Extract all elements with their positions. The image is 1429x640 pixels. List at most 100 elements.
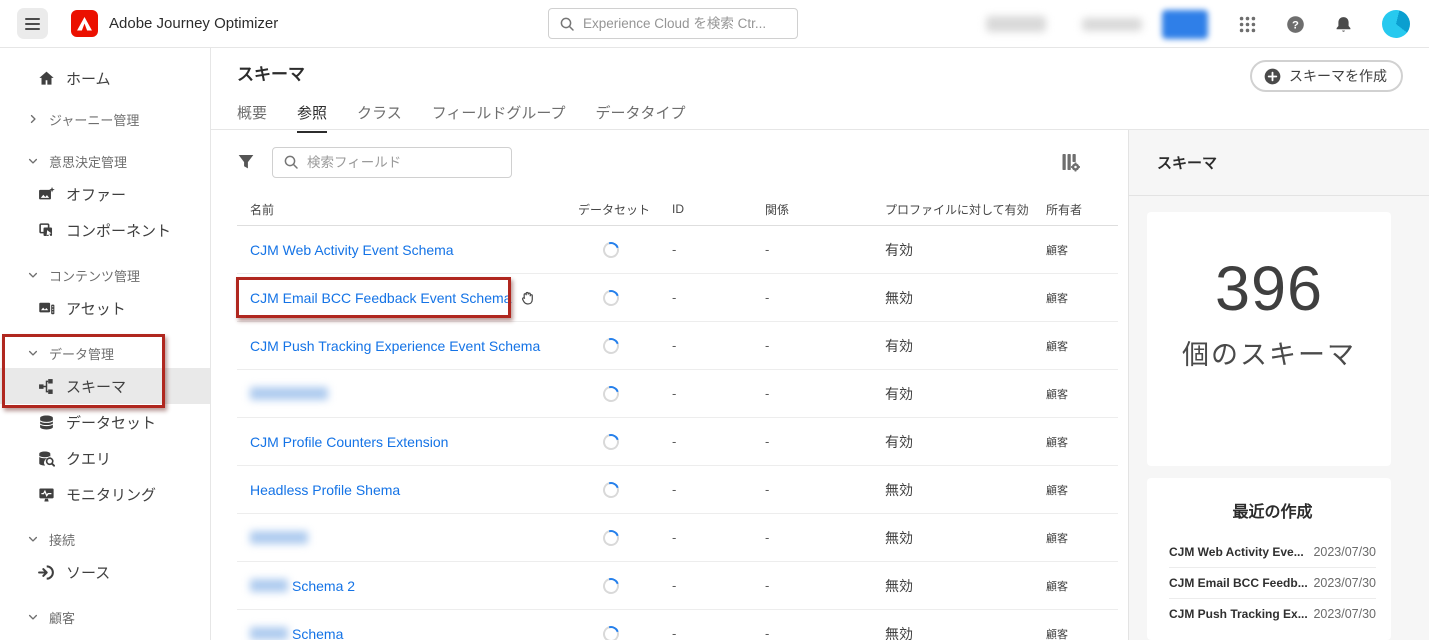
tab-参照[interactable]: 参照 (297, 102, 327, 133)
global-search[interactable] (548, 8, 798, 39)
column-header-owner[interactable]: 所有者 (1046, 201, 1118, 218)
column-header-profile-enabled[interactable]: プロファイルに対して有効 (885, 201, 1046, 218)
sidebar-item-アセット[interactable]: アセット (0, 290, 210, 326)
sidebar-section-意思決定管理[interactable]: 意思決定管理 (0, 146, 210, 176)
tab-クラス[interactable]: クラス (357, 102, 402, 133)
cell-name (237, 387, 578, 400)
schema-table: 名前 データセット ID 関係 プロファイルに対して有効 所有者 CJM Web… (237, 193, 1118, 640)
table-row[interactable]: Headless Profile Shema - - 無効 顧客 (237, 466, 1118, 514)
sidebar-section-顧客[interactable]: 顧客 (0, 602, 210, 632)
cell-dataset (578, 626, 672, 640)
notifications-bell-icon[interactable] (1334, 15, 1353, 34)
sidebar-item-label: データセット (66, 412, 156, 433)
table-row[interactable]: - - 有効 顧客 (237, 370, 1118, 418)
recent-item[interactable]: CJM Web Activity Eve... 2023/07/30 (1169, 536, 1376, 567)
tab-概要[interactable]: 概要 (237, 102, 267, 133)
recent-item[interactable]: CJM Email BCC Feedb... 2023/07/30 (1169, 567, 1376, 598)
filter-row (237, 146, 1116, 178)
sidebar-item-データセット[interactable]: データセット (0, 404, 210, 440)
cell-id: - (672, 482, 765, 497)
sidebar-section-コンテンツ管理[interactable]: コンテンツ管理 (0, 260, 210, 290)
redacted-name-blob (250, 531, 308, 544)
monitoring-icon (38, 486, 55, 503)
loading-spinner-icon (600, 431, 622, 453)
sidebar-item-コンポーネント[interactable]: コンポーネント (0, 212, 210, 248)
redacted-blue-button[interactable] (1162, 10, 1208, 39)
cell-owner: 顧客 (1046, 530, 1118, 546)
tab-フィールドグループ[interactable]: フィールドグループ (432, 102, 566, 133)
schema-name-link[interactable]: CJM Email BCC Feedback Event Schema (250, 290, 511, 306)
cell-name: Schema 2 (237, 578, 578, 594)
sidebar-item-スキーマ[interactable]: スキーマ (0, 368, 210, 404)
datasets-icon (38, 414, 55, 431)
sidebar-item-label: モニタリング (66, 484, 156, 505)
sidebar-item-ホーム[interactable]: ホーム (0, 60, 210, 96)
sidebar-section-ジャーニー管理[interactable]: ジャーニー管理 (0, 104, 210, 134)
cell-relation: - (765, 386, 885, 401)
loading-spinner-icon (600, 287, 622, 309)
table-row[interactable]: CJM Web Activity Event Schema - - 有効 顧客 (237, 226, 1118, 274)
loading-spinner-icon (600, 479, 622, 501)
table-row[interactable]: CJM Profile Counters Extension - - 有効 顧客 (237, 418, 1118, 466)
create-schema-button[interactable]: スキーマを作成 (1250, 60, 1403, 92)
sidebar-item-クエリ[interactable]: クエリ (0, 440, 210, 476)
sidebar-item-ソース[interactable]: ソース (0, 554, 210, 590)
column-header-id[interactable]: ID (672, 202, 765, 216)
table-row[interactable]: Schema 2 - - 無効 顧客 (237, 562, 1118, 610)
cell-profile-enabled: 有効 (885, 336, 1046, 356)
column-settings-icon[interactable] (1060, 152, 1080, 172)
help-icon[interactable] (1286, 15, 1305, 34)
field-search[interactable] (272, 147, 512, 178)
cell-dataset (578, 434, 672, 450)
sidebar-section-label: データ管理 (49, 344, 114, 363)
cell-owner: 顧客 (1046, 626, 1118, 640)
loading-spinner-icon (600, 623, 622, 640)
cell-owner: 顧客 (1046, 482, 1118, 498)
sidebar-section-label: ジャーニー管理 (49, 110, 139, 129)
cell-relation: - (765, 434, 885, 449)
user-avatar[interactable] (1382, 10, 1410, 38)
sidebar-section-接続[interactable]: 接続 (0, 524, 210, 554)
cell-name: CJM Push Tracking Experience Event Schem… (237, 338, 578, 354)
sidebar-item-label: スキーマ (66, 376, 126, 397)
search-icon (559, 16, 575, 32)
sidebar-item-モニタリング[interactable]: モニタリング (0, 476, 210, 512)
filter-funnel-icon[interactable] (237, 153, 255, 171)
schema-name-link[interactable]: CJM Web Activity Event Schema (250, 242, 454, 258)
column-header-dataset[interactable]: データセット (578, 201, 672, 218)
schema-name-link[interactable]: CJM Profile Counters Extension (250, 434, 448, 450)
table-row[interactable]: CJM Email BCC Feedback Event Schema - - … (237, 274, 1118, 322)
cell-dataset (578, 386, 672, 402)
field-search-input[interactable] (307, 155, 501, 170)
schema-count-label: 個のスキーマ (1147, 333, 1391, 372)
plus-circle-icon (1264, 68, 1281, 85)
app-switcher-grid-icon[interactable] (1238, 15, 1257, 34)
schema-name-link[interactable]: CJM Push Tracking Experience Event Schem… (250, 338, 540, 354)
sidebar-section-label: 接続 (49, 530, 75, 549)
redacted-name-blob (250, 579, 288, 592)
column-header-name[interactable]: 名前 (237, 201, 578, 218)
home-icon (38, 70, 55, 87)
cell-dataset (578, 290, 672, 306)
sidebar-section-データ管理[interactable]: データ管理 (0, 338, 210, 368)
tab-データタイプ[interactable]: データタイプ (596, 102, 686, 133)
sidebar-section-label: 意思決定管理 (49, 152, 127, 171)
schema-name-link[interactable]: Headless Profile Shema (250, 482, 400, 498)
table-row[interactable]: Schema - - 無効 顧客 (237, 610, 1118, 640)
table-row[interactable]: - - 無効 顧客 (237, 514, 1118, 562)
global-search-input[interactable] (583, 16, 787, 31)
tab-bar: 概要参照クラスフィールドグループデータタイプ (237, 102, 1403, 133)
schema-name-link[interactable]: Schema (292, 626, 343, 640)
sidebar-item-オファー[interactable]: オファー (0, 176, 210, 212)
hamburger-menu-button[interactable] (17, 8, 48, 39)
recent-item[interactable]: CJM Push Tracking Ex... 2023/07/30 (1169, 598, 1376, 629)
cell-id: - (672, 434, 765, 449)
cell-id: - (672, 626, 765, 640)
page-header: スキーマ 概要参照クラスフィールドグループデータタイプ スキーマを作成 (211, 48, 1429, 130)
schema-name-link[interactable]: Schema 2 (292, 578, 355, 594)
cell-name: CJM Web Activity Event Schema (237, 242, 578, 258)
components-icon (38, 222, 55, 239)
recently-created-card: 最近の作成 CJM Web Activity Eve... 2023/07/30… (1147, 478, 1391, 640)
column-header-relation[interactable]: 関係 (765, 201, 885, 218)
table-row[interactable]: CJM Push Tracking Experience Event Schem… (237, 322, 1118, 370)
